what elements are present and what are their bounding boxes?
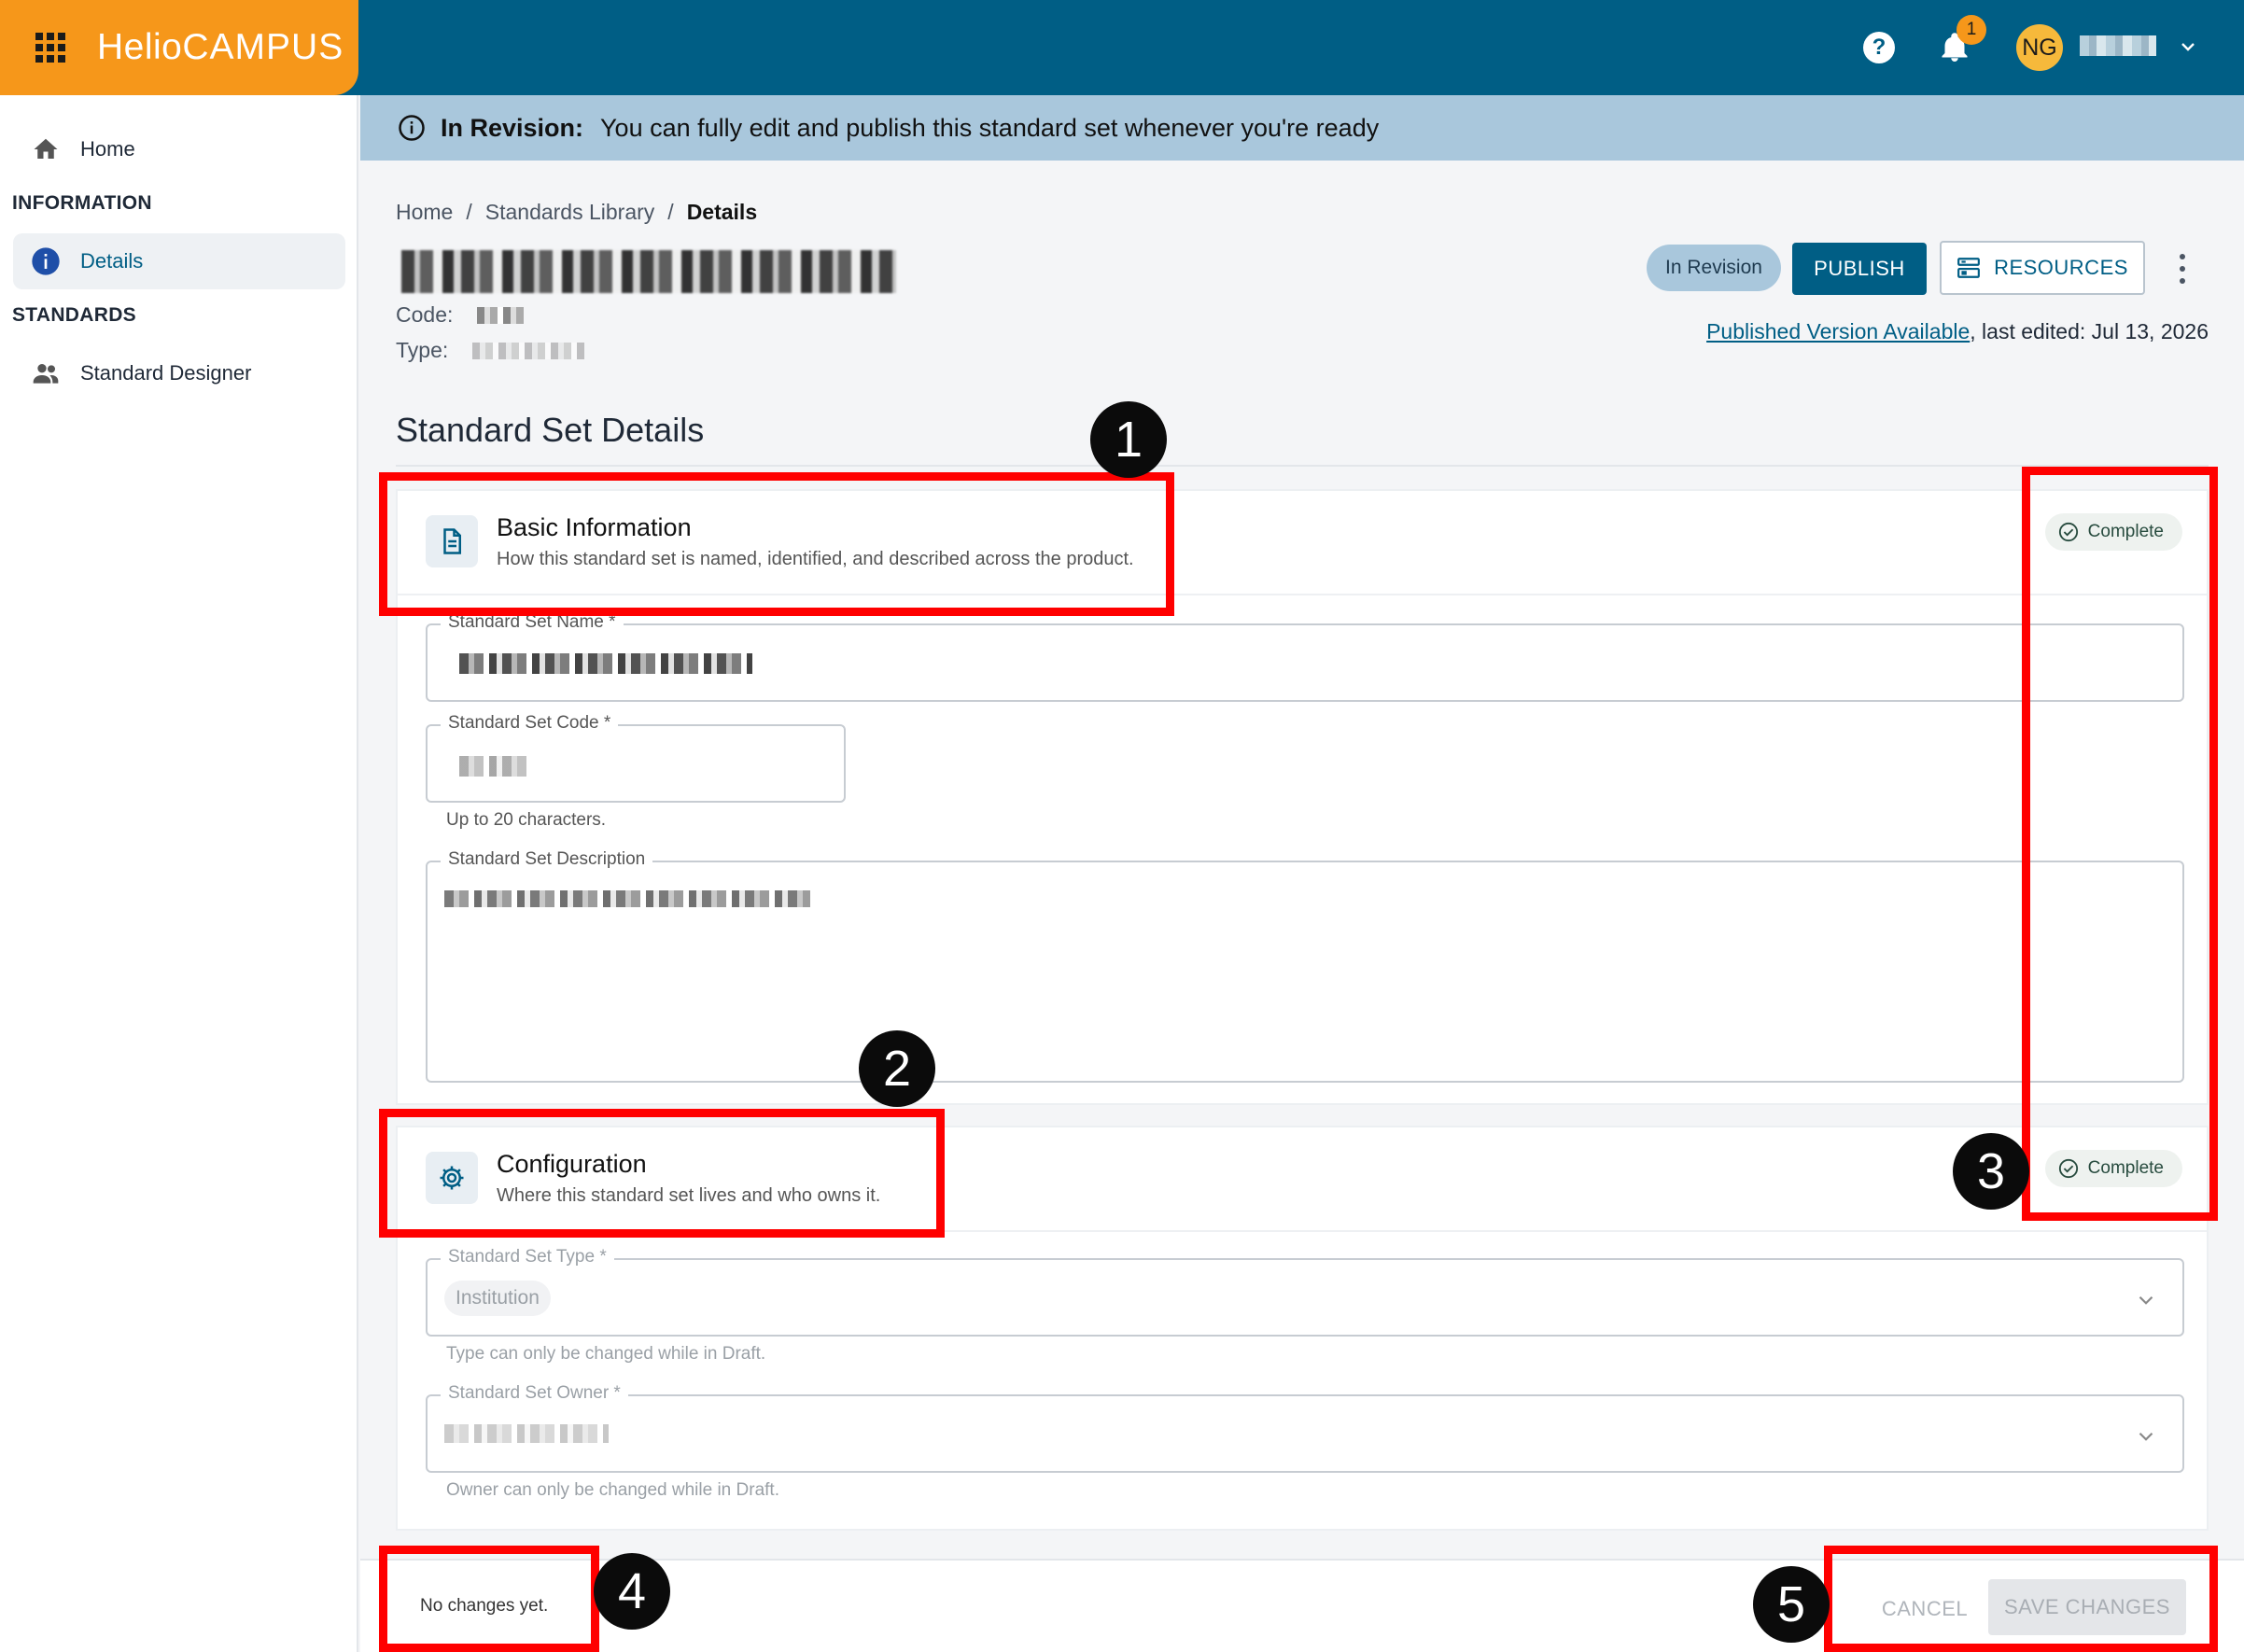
code-input-value-redacted — [459, 756, 526, 777]
owner-value-redacted — [444, 1424, 609, 1443]
more-options-icon[interactable] — [2171, 254, 2194, 284]
annotation-box-2 — [379, 1109, 945, 1238]
sidebar-item-home[interactable]: Home — [13, 121, 345, 177]
info-icon — [30, 245, 62, 277]
brand-area: HelioCAMPUS — [0, 0, 358, 95]
breadcrumb-standards-library[interactable]: Standards Library — [485, 200, 655, 225]
sidebar-section-information: INFORMATION — [12, 192, 152, 214]
user-avatar[interactable]: NG — [2016, 24, 2063, 71]
banner-title: In Revision: — [441, 113, 584, 142]
type-helper-text: Type can only be changed while in Draft. — [446, 1344, 766, 1364]
breadcrumb-current: Details — [686, 200, 758, 224]
annotation-box-5 — [1824, 1546, 2218, 1652]
standard-set-description-textarea[interactable]: Standard Set Description — [426, 849, 2184, 1083]
section-divider — [396, 465, 2209, 467]
standard-type-line: Type: — [396, 338, 585, 363]
name-value-redacted — [459, 653, 752, 674]
field-label: Standard Set Owner * — [441, 1383, 628, 1404]
people-icon — [30, 357, 62, 389]
info-outline-icon — [399, 115, 425, 141]
last-edited-text: , last edited: Jul 13, 2026 — [1970, 319, 2209, 343]
annotation-marker-1: 1 — [1090, 401, 1167, 478]
field-label: Standard Set Type * — [441, 1247, 614, 1267]
sidebar-item-label: Details — [80, 249, 144, 273]
code-helper-text: Up to 20 characters. — [446, 810, 607, 830]
page-title-redacted — [401, 250, 896, 293]
publish-button[interactable]: PUBLISH — [1792, 243, 1927, 295]
annotation-marker-3: 3 — [1953, 1133, 2029, 1210]
annotation-box-4 — [379, 1546, 599, 1652]
chevron-down-icon[interactable] — [2134, 1288, 2158, 1312]
description-value-redacted — [444, 890, 810, 907]
resources-icon — [1957, 258, 1980, 278]
resources-button[interactable]: RESOURCES — [1940, 241, 2145, 295]
section-title: Standard Set Details — [396, 411, 705, 449]
sidebar: Home INFORMATION Details STANDARDS Stand… — [0, 95, 358, 1652]
last-edited-info: Published Version Available, last edited… — [1706, 319, 2209, 344]
standard-set-code-input[interactable]: Standard Set Code * — [426, 713, 846, 803]
type-label: Type: — [396, 338, 449, 362]
helio-campus-logo[interactable]: HelioCAMPUS — [97, 27, 344, 68]
sidebar-item-details[interactable]: Details — [13, 233, 345, 289]
resources-label: RESOURCES — [1994, 256, 2128, 279]
code-label: Code: — [396, 302, 454, 327]
code-value-redacted — [477, 306, 525, 324]
owner-helper-text: Owner can only be changed while in Draft… — [446, 1480, 779, 1500]
breadcrumb-home[interactable]: Home — [396, 200, 453, 225]
banner-text: You can fully edit and publish this stan… — [600, 113, 1380, 142]
standard-code-line: Code: — [396, 302, 525, 328]
field-label: Standard Set Code * — [441, 713, 619, 734]
status-badge: In Revision — [1647, 245, 1781, 291]
type-value-chip: Institution — [444, 1281, 551, 1316]
annotation-box-3 — [2022, 467, 2218, 1221]
top-bar: HelioCAMPUS ? 1 NG — [0, 0, 2244, 95]
sidebar-item-standard-designer[interactable]: Standard Designer — [13, 345, 345, 401]
chevron-down-icon[interactable] — [2177, 35, 2199, 58]
type-value-redacted — [472, 342, 585, 359]
annotation-box-1 — [379, 472, 1174, 616]
sidebar-item-label: Home — [80, 137, 135, 161]
notification-count-badge: 1 — [1956, 15, 1986, 45]
home-icon — [30, 133, 62, 165]
app-grid-icon[interactable] — [35, 33, 65, 63]
sidebar-item-label: Standard Designer — [80, 361, 252, 385]
annotation-marker-5: 5 — [1753, 1566, 1830, 1643]
help-icon[interactable]: ? — [1863, 32, 1895, 63]
breadcrumb: Home / Standards Library / Details — [396, 200, 757, 225]
annotation-marker-2: 2 — [859, 1030, 935, 1107]
standard-set-type-select[interactable]: Standard Set Type * Institution — [426, 1247, 2184, 1337]
user-name-redacted[interactable] — [2080, 35, 2156, 56]
annotation-marker-4: 4 — [594, 1553, 670, 1630]
field-label: Standard Set Description — [441, 849, 653, 870]
standard-set-name-input[interactable]: Standard Set Name * — [426, 612, 2184, 702]
sidebar-section-standards: STANDARDS — [12, 304, 136, 326]
revision-banner: In Revision: You can fully edit and publ… — [360, 95, 2244, 161]
breadcrumb-separator: / — [667, 200, 674, 224]
standard-set-owner-select[interactable]: Standard Set Owner * — [426, 1383, 2184, 1473]
published-version-link[interactable]: Published Version Available — [1706, 319, 1970, 343]
chevron-down-icon[interactable] — [2134, 1424, 2158, 1449]
breadcrumb-separator: / — [466, 200, 472, 224]
